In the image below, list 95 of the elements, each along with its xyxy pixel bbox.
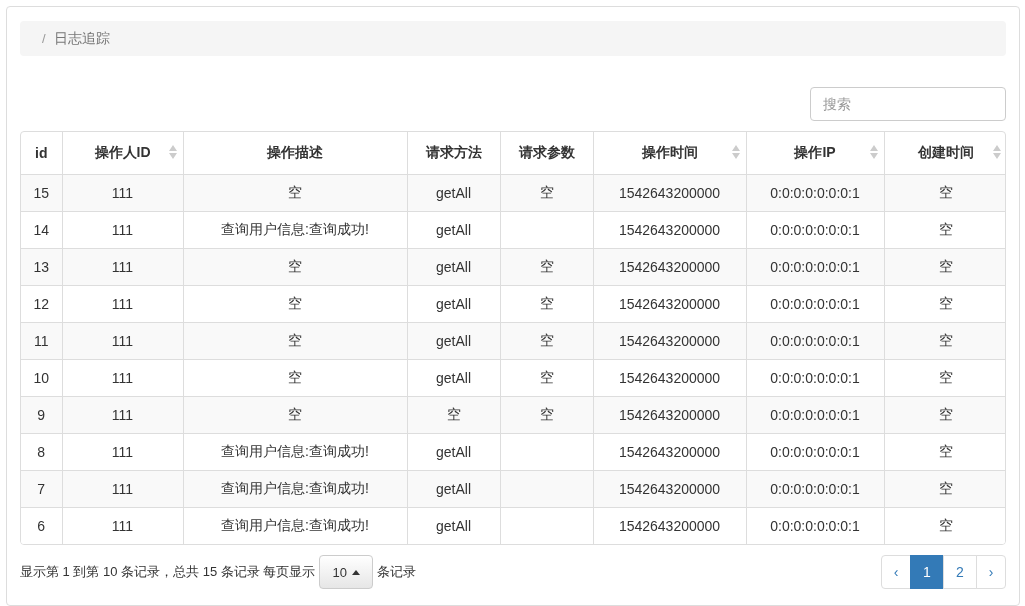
table-cell: getAll bbox=[407, 359, 500, 397]
table-cell: 1542643200000 bbox=[593, 470, 746, 508]
table-cell: 1542643200000 bbox=[593, 285, 746, 323]
table-cell: getAll bbox=[407, 285, 500, 323]
table-cell: 1542643200000 bbox=[593, 396, 746, 434]
table-cell: 0:0:0:0:0:0:0:1 bbox=[746, 396, 884, 434]
table-cell: 1542643200000 bbox=[593, 322, 746, 360]
table-cell: 15 bbox=[21, 174, 62, 212]
table-cell: 1542643200000 bbox=[593, 433, 746, 471]
table-cell: 空 bbox=[884, 470, 1005, 508]
table-cell: 111 bbox=[62, 322, 183, 360]
page-button[interactable]: 1 bbox=[910, 555, 944, 589]
table-cell: 空 bbox=[407, 396, 500, 434]
column-header: id bbox=[21, 132, 62, 175]
page-button[interactable]: 2 bbox=[943, 555, 977, 589]
table-cell: 查询用户信息:查询成功! bbox=[183, 470, 407, 508]
previous-page-button[interactable]: ‹ bbox=[881, 555, 911, 589]
table-cell: 0:0:0:0:0:0:0:1 bbox=[746, 359, 884, 397]
table-cell: 空 bbox=[500, 248, 593, 286]
table-cell: 空 bbox=[183, 322, 407, 360]
page-size-dropdown[interactable]: 10 bbox=[319, 555, 373, 589]
table-cell: 111 bbox=[62, 211, 183, 249]
table-cell: getAll bbox=[407, 433, 500, 471]
table-cell: 10 bbox=[21, 359, 62, 397]
breadcrumb-item: 日志追踪 bbox=[53, 29, 110, 48]
table-cell: 11 bbox=[21, 322, 62, 360]
table-cell: 空 bbox=[500, 322, 593, 360]
table-cell: 9 bbox=[21, 396, 62, 434]
table-cell: 14 bbox=[21, 211, 62, 249]
table-cell: 空 bbox=[884, 174, 1005, 212]
table-cell: 111 bbox=[62, 359, 183, 397]
records-suffix: 条记录 bbox=[376, 563, 416, 581]
table-cell: 空 bbox=[500, 359, 593, 397]
search-field[interactable]: 搜索 bbox=[810, 87, 1006, 121]
column-header[interactable]: 操作IP bbox=[746, 132, 884, 175]
table-cell: 0:0:0:0:0:0:0:1 bbox=[746, 248, 884, 286]
table-cell: 空 bbox=[884, 359, 1005, 397]
table-cell: 空 bbox=[884, 322, 1005, 360]
next-page-button[interactable]: › bbox=[976, 555, 1006, 589]
table-cell: 1542643200000 bbox=[593, 174, 746, 212]
table-cell: 1542643200000 bbox=[593, 507, 746, 544]
table-cell: 空 bbox=[183, 285, 407, 323]
table-cell: 空 bbox=[183, 359, 407, 397]
table-cell: getAll bbox=[407, 174, 500, 212]
table-cell: 111 bbox=[62, 285, 183, 323]
table-cell: 查询用户信息:查询成功! bbox=[183, 507, 407, 544]
caret-up-icon bbox=[351, 569, 360, 575]
table-cell: getAll bbox=[407, 211, 500, 249]
table-cell: getAll bbox=[407, 248, 500, 286]
table-cell: 12 bbox=[21, 285, 62, 323]
table-cell: 0:0:0:0:0:0:0:1 bbox=[746, 433, 884, 471]
table-cell: 0:0:0:0:0:0:0:1 bbox=[746, 174, 884, 212]
table-cell: 1542643200000 bbox=[593, 248, 746, 286]
table-cell: 空 bbox=[884, 285, 1005, 323]
table-cell: 8 bbox=[21, 433, 62, 471]
column-header[interactable]: 操作人ID bbox=[62, 132, 183, 175]
table-cell: 空 bbox=[500, 285, 593, 323]
table-cell: 空 bbox=[884, 396, 1005, 434]
table-cell: 空 bbox=[884, 433, 1005, 471]
table-cell: 0:0:0:0:0:0:0:1 bbox=[746, 285, 884, 323]
table-cell: 111 bbox=[62, 248, 183, 286]
table-cell: 0:0:0:0:0:0:0:1 bbox=[746, 507, 884, 544]
table-cell: 6 bbox=[21, 507, 62, 544]
table-cell: 查询用户信息:查询成功! bbox=[183, 211, 407, 249]
table-cell: 空 bbox=[884, 248, 1005, 286]
column-header: 操作描述 bbox=[183, 132, 407, 175]
table-cell: 13 bbox=[21, 248, 62, 286]
table-cell: 1542643200000 bbox=[593, 211, 746, 249]
table-cell: 空 bbox=[183, 174, 407, 212]
table-cell: 111 bbox=[62, 470, 183, 508]
column-header[interactable]: 创建时间 bbox=[884, 132, 1005, 175]
table-cell: getAll bbox=[407, 470, 500, 508]
table-cell: 查询用户信息:查询成功! bbox=[183, 433, 407, 471]
table-cell: 111 bbox=[62, 396, 183, 434]
table-cell: 7 bbox=[21, 470, 62, 508]
table-cell: 0:0:0:0:0:0:0:1 bbox=[746, 470, 884, 508]
table-cell: 111 bbox=[62, 174, 183, 212]
table-cell: 0:0:0:0:0:0:0:1 bbox=[746, 322, 884, 360]
table-cell: 0:0:0:0:0:0:0:1 bbox=[746, 211, 884, 249]
breadcrumb-separator: / bbox=[42, 31, 46, 46]
table-cell: 空 bbox=[884, 507, 1005, 544]
column-header[interactable]: 操作时间 bbox=[593, 132, 746, 175]
table-cell: 空 bbox=[884, 211, 1005, 249]
column-header: 请求参数 bbox=[500, 132, 593, 175]
records-summary: 显示第 1 到第 10 条记录，总共 15 条记录 每页显示 bbox=[20, 563, 316, 581]
table-cell: 空 bbox=[500, 396, 593, 434]
table-cell: 1542643200000 bbox=[593, 359, 746, 397]
table-cell: 空 bbox=[183, 248, 407, 286]
column-header: 请求方法 bbox=[407, 132, 500, 175]
table-cell: getAll bbox=[407, 322, 500, 360]
table-cell: 111 bbox=[62, 507, 183, 544]
table-cell: 空 bbox=[500, 174, 593, 212]
table-cell: 111 bbox=[62, 433, 183, 471]
table-cell: getAll bbox=[407, 507, 500, 544]
table-cell: 空 bbox=[183, 396, 407, 434]
